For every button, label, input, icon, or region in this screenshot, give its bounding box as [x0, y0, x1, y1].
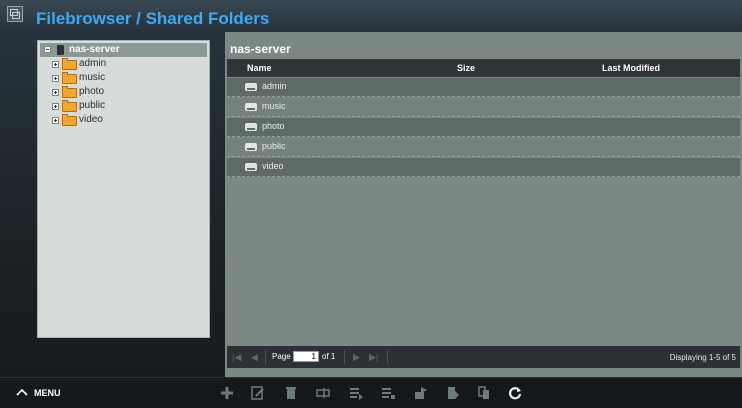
- menu-chevron-icon[interactable]: [16, 387, 28, 397]
- tree-item-admin[interactable]: admin: [52, 58, 202, 72]
- page-count-label: of 1: [322, 352, 336, 361]
- column-header-name[interactable]: Name: [247, 63, 272, 73]
- tree-root-node[interactable]: nas-server: [40, 43, 207, 57]
- paste-icon: [448, 387, 459, 399]
- row-name: admin: [262, 81, 287, 91]
- shared-folder-icon: [245, 163, 257, 171]
- paste-button[interactable]: [444, 384, 462, 402]
- current-path-title: nas-server: [230, 42, 291, 56]
- page-label: Page: [272, 352, 291, 361]
- next-page-icon[interactable]: ▶: [353, 352, 360, 363]
- expand-icon[interactable]: [52, 75, 59, 82]
- tree-item-label: photo: [79, 86, 105, 97]
- shared-folder-icon: [245, 143, 257, 151]
- last-page-icon[interactable]: ▶|: [369, 352, 378, 363]
- separator: [344, 350, 345, 364]
- edit-button[interactable]: [249, 384, 267, 402]
- tree-item-label: admin: [79, 58, 107, 69]
- prev-page-icon[interactable]: ◀: [251, 352, 258, 363]
- menu-button[interactable]: MENU: [34, 388, 61, 398]
- shared-folder-icon: [62, 72, 77, 84]
- shared-folder-icon: [62, 100, 77, 112]
- share-button[interactable]: [412, 384, 430, 402]
- shared-folder-icon: [62, 114, 77, 126]
- column-header-size[interactable]: Size: [457, 63, 475, 73]
- tree-item-label: video: [79, 114, 103, 125]
- row-name: video: [262, 161, 284, 171]
- page-title: Filebrowser / Shared Folders: [36, 9, 270, 28]
- table-row[interactable]: music: [227, 98, 740, 117]
- table-row[interactable]: video: [227, 158, 740, 177]
- grid-header: Name Size Last Modified: [227, 59, 740, 77]
- shared-folder-icon: [62, 86, 77, 98]
- row-name: public: [262, 141, 286, 151]
- refresh-icon: [509, 387, 522, 400]
- table-row[interactable]: admin: [227, 78, 740, 97]
- title-bar: Filebrowser / Shared Folders: [0, 0, 742, 32]
- collapse-icon[interactable]: [44, 46, 51, 53]
- share-icon: [415, 387, 427, 399]
- folder-tree: nas-server admin music photo public vide…: [37, 40, 210, 338]
- shared-folder-icon: [245, 103, 257, 111]
- tree-root-label: nas-server: [69, 44, 120, 55]
- first-page-icon[interactable]: |◀: [232, 352, 241, 363]
- separator: [265, 350, 266, 364]
- duplicate-icon: [478, 386, 489, 399]
- move-button[interactable]: [347, 384, 365, 402]
- copy-icon: [382, 388, 395, 399]
- delete-button[interactable]: [282, 384, 300, 402]
- tree-item-label: public: [79, 100, 106, 111]
- paging-status: Displaying 1-5 of 5: [669, 353, 736, 362]
- server-icon: [57, 45, 64, 55]
- rename-icon: [316, 388, 330, 398]
- tree-item-label: music: [79, 72, 106, 83]
- expand-icon[interactable]: [52, 61, 59, 68]
- move-icon: [350, 388, 363, 400]
- expand-icon[interactable]: [52, 103, 59, 110]
- separator: [387, 350, 388, 364]
- shared-folder-icon: [62, 58, 77, 70]
- shared-folder-icon: [245, 83, 257, 91]
- tree-item-music[interactable]: music: [52, 72, 202, 86]
- expand-icon[interactable]: [52, 117, 59, 124]
- window-icon[interactable]: [7, 6, 23, 22]
- duplicate-button[interactable]: [475, 384, 493, 402]
- rename-button[interactable]: [314, 384, 332, 402]
- column-header-last-modified[interactable]: Last Modified: [602, 63, 660, 73]
- row-name: photo: [262, 121, 285, 131]
- page-number-input[interactable]: [293, 351, 319, 362]
- add-icon: [221, 387, 233, 399]
- refresh-button[interactable]: [506, 384, 524, 402]
- row-name: music: [262, 101, 286, 111]
- delete-icon: [286, 387, 296, 399]
- bottom-toolbar: MENU: [0, 377, 742, 408]
- tree-item-video[interactable]: video: [52, 114, 202, 128]
- paging-toolbar: |◀ ◀ Page of 1 ▶ ▶| Displaying 1-5 of 5: [227, 346, 740, 368]
- add-button[interactable]: [218, 384, 236, 402]
- tree-item-public[interactable]: public: [52, 100, 202, 114]
- table-row[interactable]: photo: [227, 118, 740, 137]
- table-row[interactable]: public: [227, 138, 740, 157]
- tree-item-photo[interactable]: photo: [52, 86, 202, 100]
- copy-button[interactable]: [379, 384, 397, 402]
- edit-icon: [251, 386, 264, 400]
- expand-icon[interactable]: [52, 89, 59, 96]
- shared-folder-icon: [245, 123, 257, 131]
